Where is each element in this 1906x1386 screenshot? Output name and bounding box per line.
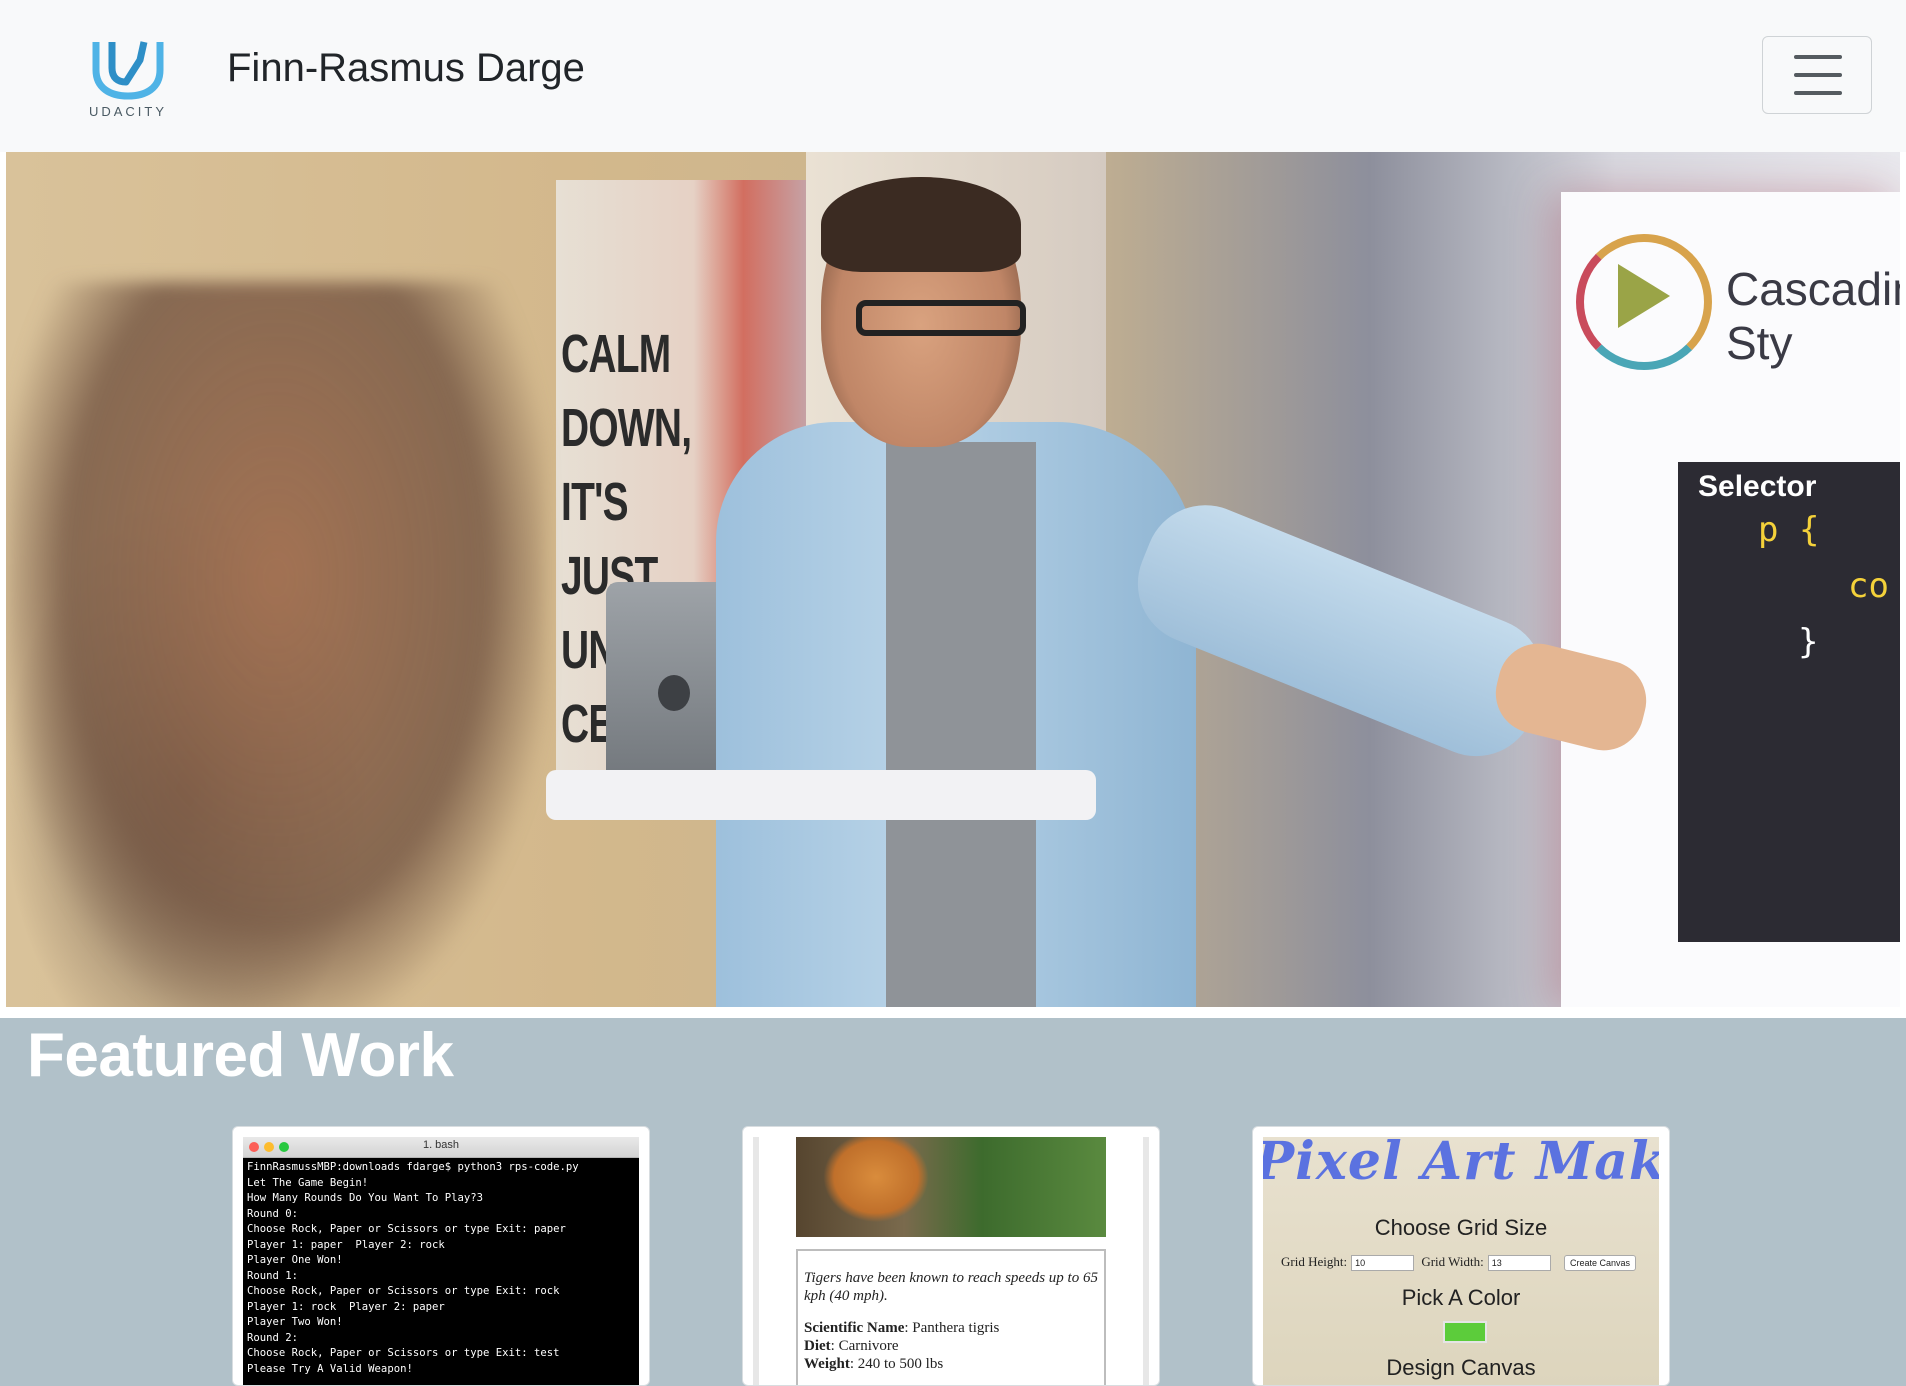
hamburger-icon bbox=[1794, 55, 1842, 59]
tiger-scientific-name: Scientific Name: Panthera tigris bbox=[804, 1319, 1098, 1337]
terminal-line: Let The Game Begin! bbox=[247, 1176, 369, 1189]
terminal-line: How Many Rounds Do You Want To Play?3 bbox=[247, 1192, 483, 1204]
logo-text: UDACITY bbox=[88, 104, 168, 119]
create-canvas-button[interactable]: Create Canvas bbox=[1564, 1255, 1637, 1272]
terminal-line: Player One Won! bbox=[247, 1254, 343, 1266]
tiger-image bbox=[796, 1137, 1106, 1237]
hero-photo: CALM DOWN, IT'S JUST UN- CERTAIN Cascadi… bbox=[6, 152, 1900, 1007]
grid-width-input[interactable]: 13 bbox=[1487, 1255, 1551, 1272]
apple-logo-icon bbox=[658, 675, 690, 711]
terminal-titlebar: 1. bash bbox=[243, 1137, 639, 1158]
project-card-pixel-art-maker[interactable]: Pixel Art Maker Choose Grid Size Grid He… bbox=[1252, 1126, 1670, 1386]
pixel-art-title: Pixel Art Maker bbox=[1263, 1137, 1659, 1192]
color-picker[interactable] bbox=[1443, 1321, 1487, 1343]
tiger-facts: Tigers have been known to reach speeds u… bbox=[796, 1249, 1106, 1385]
grid-height-input[interactable]: 10 bbox=[1351, 1255, 1415, 1272]
terminal-line: Round 2: bbox=[247, 1331, 299, 1344]
terminal-line: Player 1: paper Player 2: rock bbox=[247, 1238, 445, 1251]
terminal-title: 1. bash bbox=[422, 1139, 460, 1151]
field-label: Weight bbox=[804, 1356, 850, 1372]
terminal-line: Player 1: rock Player 2: paper bbox=[247, 1300, 445, 1313]
terminal-line: Choose Rock, Paper or Scissors or type E… bbox=[247, 1285, 560, 1297]
project-card-rps[interactable]: 1. bash FinnRasmussMBP:downloads fdarge$… bbox=[232, 1126, 650, 1386]
terminal-line: Choose Rock, Paper or Scissors or type E… bbox=[247, 1347, 560, 1359]
design-canvas-heading: Design Canvas bbox=[1386, 1355, 1536, 1380]
tiger-fun-fact: Tigers have been known to reach speeds u… bbox=[804, 1270, 1098, 1304]
screen-code-line: } bbox=[1798, 622, 1819, 662]
terminal-line: Please Try A Valid Weapon! bbox=[247, 1362, 413, 1375]
navbar-toggle-button[interactable] bbox=[1762, 36, 1872, 114]
udacity-logo[interactable]: UDACITY bbox=[88, 34, 168, 124]
play-icon bbox=[1618, 264, 1670, 328]
page-border bbox=[753, 1137, 759, 1385]
brand-name[interactable]: Finn-Rasmus Darge bbox=[227, 46, 585, 91]
terminal-line: Round 1: bbox=[247, 1269, 299, 1282]
tiger-weight: Weight: 240 to 500 lbs bbox=[804, 1355, 1098, 1373]
field-label: Diet bbox=[804, 1338, 831, 1354]
screen-title: Cascading Sty bbox=[1726, 263, 1900, 369]
tiger-page: Tigers have been known to reach speeds u… bbox=[753, 1137, 1149, 1385]
screen-code-line: co bbox=[1848, 566, 1889, 606]
pixel-art-page: Pixel Art Maker Choose Grid Size Grid He… bbox=[1263, 1137, 1659, 1385]
field-value: : Panthera tigris bbox=[904, 1320, 1000, 1336]
terminal-output: FinnRasmussMBP:downloads fdarge$ python3… bbox=[243, 1158, 639, 1385]
pick-color-heading: Pick A Color bbox=[1401, 1285, 1521, 1310]
presenter-tshirt bbox=[886, 442, 1036, 1007]
terminal-screenshot: 1. bash FinnRasmussMBP:downloads fdarge$… bbox=[243, 1137, 639, 1385]
pixel-art-screenshot: Pixel Art Maker Choose Grid Size Grid He… bbox=[1263, 1137, 1659, 1385]
terminal-line: Choose Rock, Paper or Scissors or type E… bbox=[247, 1223, 566, 1235]
project-card-animal-trading-card[interactable]: Tigers have been known to reach speeds u… bbox=[742, 1126, 1160, 1386]
field-value: : Carnivore bbox=[830, 1338, 899, 1354]
grid-size-form: Grid Height: 10 Grid Width: 13 Create Canv… bbox=[1281, 1254, 1637, 1272]
grid-width-label: Grid Width: bbox=[1421, 1254, 1484, 1269]
terminal-line: Round 0: bbox=[247, 1207, 299, 1220]
grid-size-heading: Choose Grid Size bbox=[1374, 1215, 1548, 1240]
page-border bbox=[1143, 1137, 1149, 1385]
hero-section: CALM DOWN, IT'S JUST UN- CERTAIN Cascadi… bbox=[0, 152, 1906, 1018]
tiger-card-screenshot: Tigers have been known to reach speeds u… bbox=[753, 1137, 1149, 1385]
screen-selector-label: Selector bbox=[1698, 470, 1817, 503]
field-label: Scientific Name bbox=[804, 1320, 905, 1336]
terminal-line: Player Two Won! bbox=[247, 1316, 343, 1328]
hamburger-icon-bar bbox=[1794, 73, 1842, 77]
hamburger-icon-bar bbox=[1794, 91, 1842, 95]
screen-code-line: p { bbox=[1758, 510, 1820, 550]
navbar: UDACITY Finn-Rasmus Darge bbox=[0, 0, 1906, 152]
desk bbox=[546, 770, 1096, 820]
terminal-line: FinnRasmussMBP:downloads fdarge$ python3… bbox=[247, 1161, 579, 1173]
glasses bbox=[856, 300, 1026, 336]
udacity-u-icon bbox=[92, 41, 164, 100]
featured-work-heading: Featured Work bbox=[27, 1021, 454, 1090]
tiger-diet: Diet: Carnivore bbox=[804, 1337, 1098, 1355]
presenter-hair bbox=[821, 177, 1021, 272]
grid-height-label: Grid Height: bbox=[1281, 1254, 1348, 1269]
foreground-blur bbox=[6, 282, 546, 1007]
field-value: : 240 to 500 lbs bbox=[849, 1356, 944, 1372]
screen-code: p { co } bbox=[1698, 502, 1900, 670]
